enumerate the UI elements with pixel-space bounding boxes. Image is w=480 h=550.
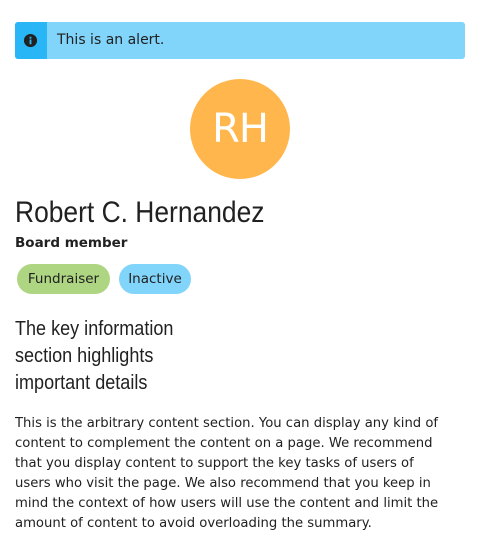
record-name: Robert C. Hernandez	[15, 196, 265, 229]
key-info-line: The key information	[15, 317, 174, 340]
content-line: mind the context of how users will use t…	[15, 496, 439, 511]
content-line: content to complement the content on a p…	[15, 436, 433, 451]
record-role: Board member	[15, 235, 128, 251]
key-info-line: important details	[15, 371, 148, 394]
tag-fundraiser: Fundraiser	[17, 264, 110, 294]
content-line: amount of content to avoid overloading t…	[15, 516, 372, 531]
alert-text: This is an alert.	[57, 32, 165, 48]
content-line: users who visit the page. We also recomm…	[15, 476, 431, 491]
key-info-heading: The key information section highlights i…	[15, 315, 279, 396]
content-section: This is the arbitrary content section. Y…	[15, 414, 470, 534]
content-line: that you display content to support the …	[15, 456, 414, 471]
avatar: RH	[190, 79, 290, 179]
tag-inactive: Inactive	[119, 264, 191, 294]
alert-banner: This is an alert.	[15, 22, 465, 59]
info-icon	[23, 33, 38, 48]
key-info-line: section highlights	[15, 344, 154, 367]
content-line: This is the arbitrary content section. Y…	[15, 416, 439, 431]
alert-icon-container	[15, 22, 47, 59]
